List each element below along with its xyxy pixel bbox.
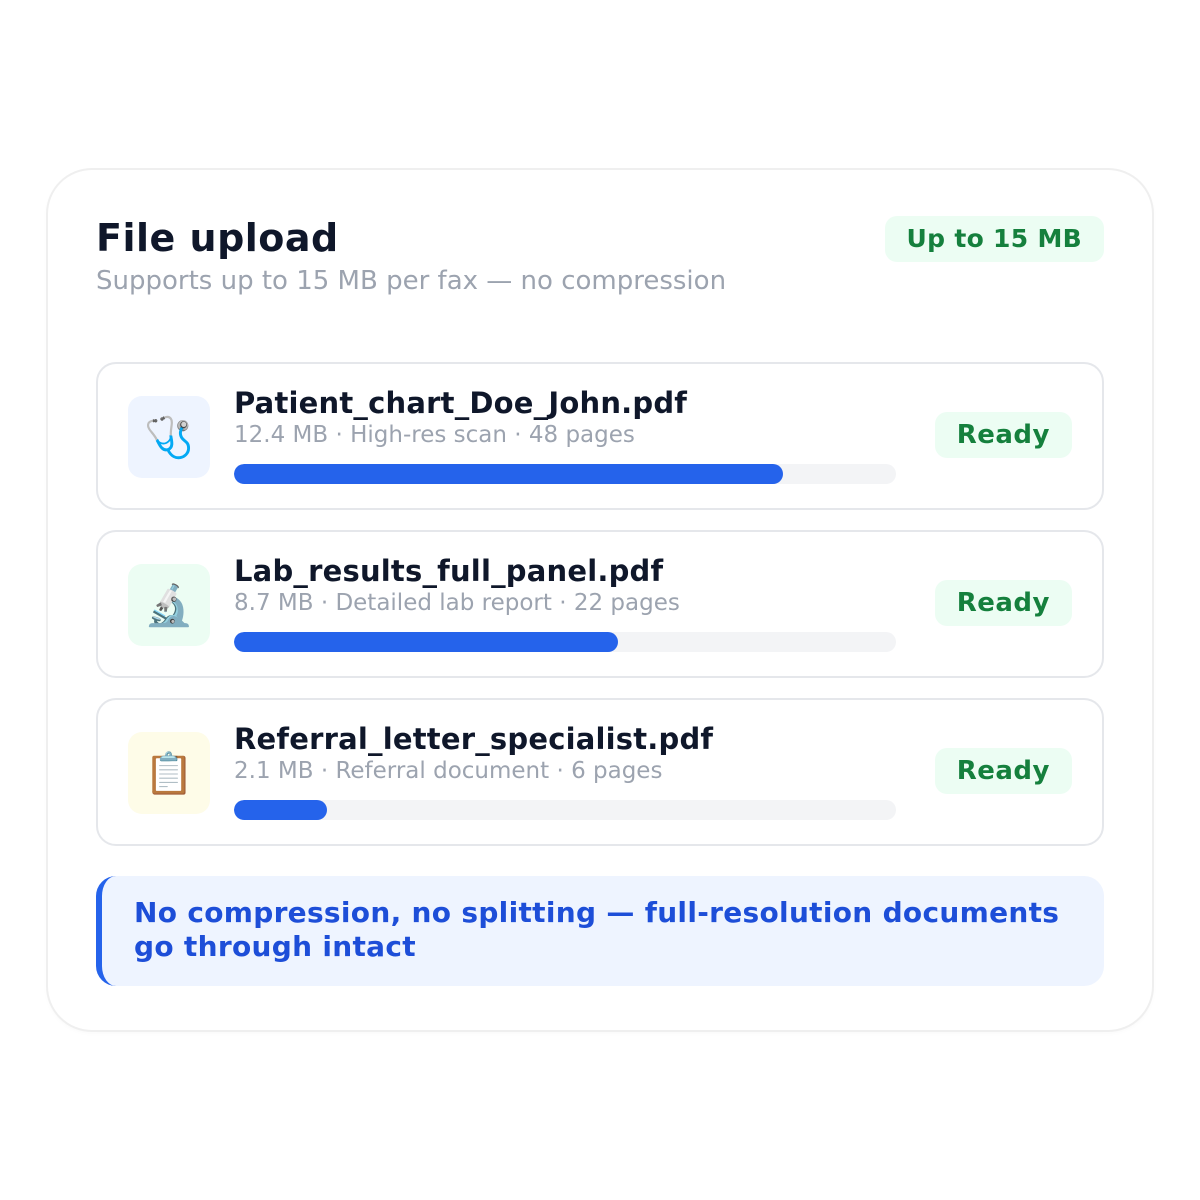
size-limit-badge: Up to 15 MB xyxy=(884,216,1104,262)
page-title: File upload xyxy=(96,216,339,260)
file-meta: 2.1 MB · Referral document · 6 pages xyxy=(234,758,663,784)
file-name: Lab_results_full_panel.pdf xyxy=(234,554,664,588)
file-upload-card: File upload Supports up to 15 MB per fax… xyxy=(48,170,1152,1030)
file-name: Referral_letter_specialist.pdf xyxy=(234,722,714,756)
stethoscope-icon: 🩺 xyxy=(128,396,210,478)
status-badge: Ready xyxy=(934,580,1072,626)
info-notice: No compression, no splitting — full-reso… xyxy=(96,876,1104,986)
upload-progress-fill xyxy=(234,632,618,652)
upload-progress-bar xyxy=(234,464,896,484)
file-meta: 8.7 MB · Detailed lab report · 22 pages xyxy=(234,590,680,616)
microscope-icon: 🔬 xyxy=(128,564,210,646)
upload-progress-fill xyxy=(234,800,327,820)
page-subtitle: Supports up to 15 MB per fax — no compre… xyxy=(96,266,727,296)
file-row[interactable]: 📋 Referral_letter_specialist.pdf 2.1 MB … xyxy=(96,698,1104,846)
file-row[interactable]: 🔬 Lab_results_full_panel.pdf 8.7 MB · De… xyxy=(96,530,1104,678)
status-badge: Ready xyxy=(934,412,1072,458)
upload-progress-bar xyxy=(234,800,896,820)
upload-progress-bar xyxy=(234,632,896,652)
file-name: Patient_chart_Doe_John.pdf xyxy=(234,386,688,420)
file-row[interactable]: 🩺 Patient_chart_Doe_John.pdf 12.4 MB · H… xyxy=(96,362,1104,510)
upload-progress-fill xyxy=(234,464,784,484)
status-badge: Ready xyxy=(934,748,1072,794)
file-meta: 12.4 MB · High-res scan · 48 pages xyxy=(234,422,635,448)
card-header: File upload Supports up to 15 MB per fax… xyxy=(96,214,1104,304)
file-list: 🩺 Patient_chart_Doe_John.pdf 12.4 MB · H… xyxy=(96,362,1104,866)
clipboard-icon: 📋 xyxy=(128,732,210,814)
